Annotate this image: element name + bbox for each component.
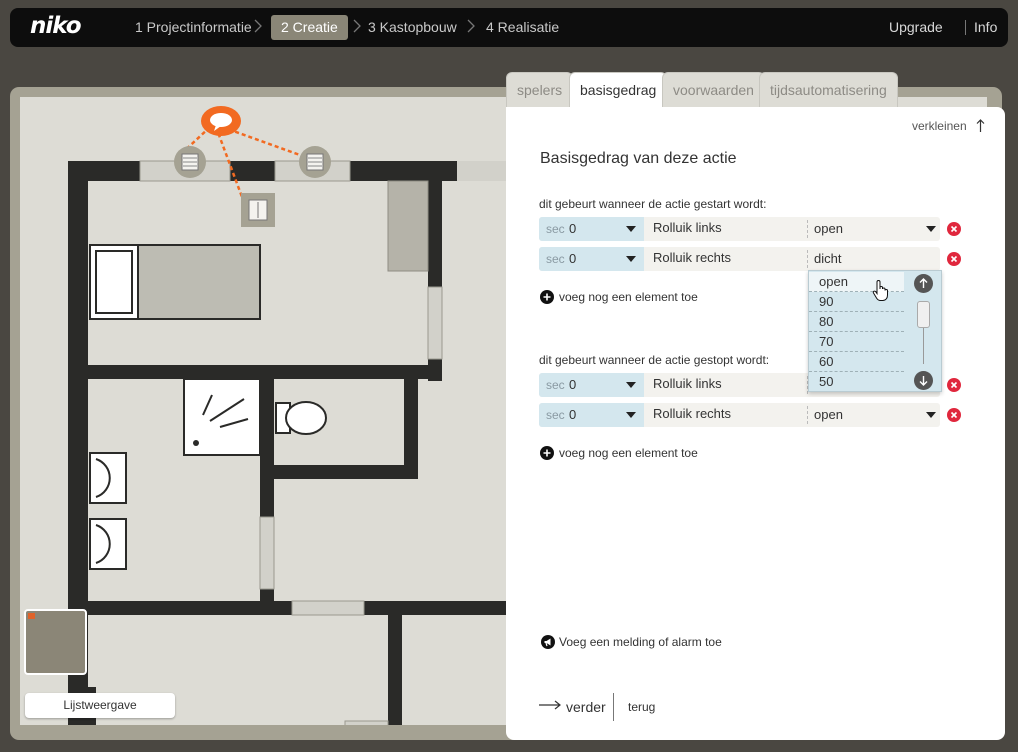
next-label: verder: [566, 699, 606, 715]
shutter-right-icon[interactable]: [298, 145, 332, 179]
caret-down-icon: [926, 226, 936, 232]
delay-value: 0: [569, 407, 577, 422]
shutter-left-icon[interactable]: [173, 145, 207, 179]
delete-row-icon[interactable]: [947, 378, 961, 392]
arrow-right-icon: [539, 697, 561, 713]
action-marker-icon[interactable]: [201, 106, 241, 138]
caret-down-icon: [626, 382, 636, 388]
hand-cursor-icon: [872, 279, 890, 307]
row-separator: [807, 406, 808, 424]
minimap-marker: [28, 613, 35, 619]
plus-circle-icon: [540, 446, 554, 460]
top-navigation-bar: niko 1 Projectinformatie 2 Creatie 3 Kas…: [10, 8, 1008, 47]
tab-tijdsautomatisering[interactable]: tijdsautomatisering: [759, 72, 898, 108]
arrow-up-icon: [976, 119, 985, 135]
niko-logo: niko: [30, 13, 82, 39]
back-button[interactable]: terug: [628, 700, 655, 714]
element-name: Rolluik links: [653, 220, 722, 235]
top-link-separator: [965, 20, 966, 35]
state-select[interactable]: open: [809, 217, 940, 241]
dropdown-option[interactable]: 80: [809, 312, 904, 332]
start-row-1: sec 0 Rolluik links open: [539, 217, 940, 241]
delay-value: 0: [569, 221, 577, 236]
start-section-heading: dit gebeurt wanneer de actie gestart wor…: [539, 197, 767, 211]
element-name: Rolluik links: [653, 376, 722, 391]
delay-unit-label: sec: [546, 252, 565, 266]
scrollbar-thumb[interactable]: [917, 301, 930, 328]
delete-row-icon[interactable]: [947, 408, 961, 422]
row-separator: [807, 250, 808, 268]
state-select[interactable]: dicht: [809, 247, 940, 271]
tab-basisgedrag[interactable]: basisgedrag: [569, 72, 668, 110]
tab-spelers[interactable]: spelers: [506, 72, 574, 108]
dropdown-option[interactable]: 50: [809, 372, 904, 392]
collapse-label: verkleinen: [911, 119, 967, 133]
delete-row-icon[interactable]: [947, 222, 961, 236]
caret-down-icon: [626, 226, 636, 232]
nav-separator: [613, 693, 614, 721]
add-element-label: voeg nog een element toe: [559, 446, 698, 460]
state-value: open: [814, 407, 843, 422]
add-alarm-button[interactable]: Voeg een melding of alarm toe: [541, 635, 722, 652]
state-value: dicht: [814, 251, 842, 266]
chevron-right-icon: [466, 19, 476, 33]
minimap[interactable]: [24, 609, 87, 675]
stop-row-2: sec 0 Rolluik rechts open: [539, 403, 940, 427]
stop-section-heading: dit gebeurt wanneer de actie gestopt wor…: [539, 353, 770, 367]
dropdown-option[interactable]: 70: [809, 332, 904, 352]
delay-select[interactable]: sec 0: [539, 247, 644, 271]
dropdown-option[interactable]: 60: [809, 352, 904, 372]
caret-down-icon: [926, 412, 936, 418]
delay-unit-label: sec: [546, 378, 565, 392]
delay-value: 0: [569, 251, 577, 266]
chevron-right-icon: [253, 19, 263, 33]
scroll-up-icon[interactable]: [914, 274, 933, 293]
add-alarm-label: Voeg een melding of alarm toe: [559, 635, 722, 649]
upgrade-link[interactable]: Upgrade: [889, 15, 943, 40]
row-separator: [807, 220, 808, 238]
collapse-button[interactable]: verkleinen: [912, 119, 985, 135]
step-creatie[interactable]: 2 Creatie: [271, 15, 348, 40]
delay-select[interactable]: sec 0: [539, 217, 644, 241]
caret-down-icon: [626, 412, 636, 418]
behaviour-panel: verkleinen Basisgedrag van deze actie di…: [506, 107, 1005, 740]
delete-row-icon[interactable]: [947, 252, 961, 266]
state-value: open: [814, 221, 843, 236]
delay-select[interactable]: sec 0: [539, 373, 644, 397]
scroll-down-icon[interactable]: [914, 371, 933, 390]
scrollbar-track[interactable]: [923, 328, 924, 364]
delay-select[interactable]: sec 0: [539, 403, 644, 427]
element-name: Rolluik rechts: [653, 406, 732, 421]
step-kastopbouw[interactable]: 3 Kastopbouw: [358, 15, 467, 40]
delay-unit-label: sec: [546, 222, 565, 236]
step-realisatie[interactable]: 4 Realisatie: [476, 15, 569, 40]
delay-value: 0: [569, 377, 577, 392]
add-element-button[interactable]: voeg nog een element toe: [540, 290, 698, 304]
tab-voorwaarden[interactable]: voorwaarden: [662, 72, 765, 108]
caret-down-icon: [626, 256, 636, 262]
delay-unit-label: sec: [546, 408, 565, 422]
element-name: Rolluik rechts: [653, 250, 732, 265]
start-row-2: sec 0 Rolluik rechts dicht: [539, 247, 940, 271]
panel-title: Basisgedrag van deze actie: [540, 150, 737, 167]
add-element-button[interactable]: voeg nog een element toe: [540, 446, 698, 460]
plus-circle-icon: [540, 290, 554, 304]
megaphone-icon: [541, 635, 555, 652]
state-select[interactable]: open: [809, 403, 940, 427]
add-element-label: voeg nog een element toe: [559, 290, 698, 304]
list-view-button[interactable]: Lijstweergave: [25, 693, 175, 718]
switch-device-icon[interactable]: [241, 193, 275, 227]
step-projectinformatie[interactable]: 1 Projectinformatie: [125, 15, 262, 40]
info-link[interactable]: Info: [974, 15, 997, 40]
next-button[interactable]: verder: [539, 697, 606, 715]
